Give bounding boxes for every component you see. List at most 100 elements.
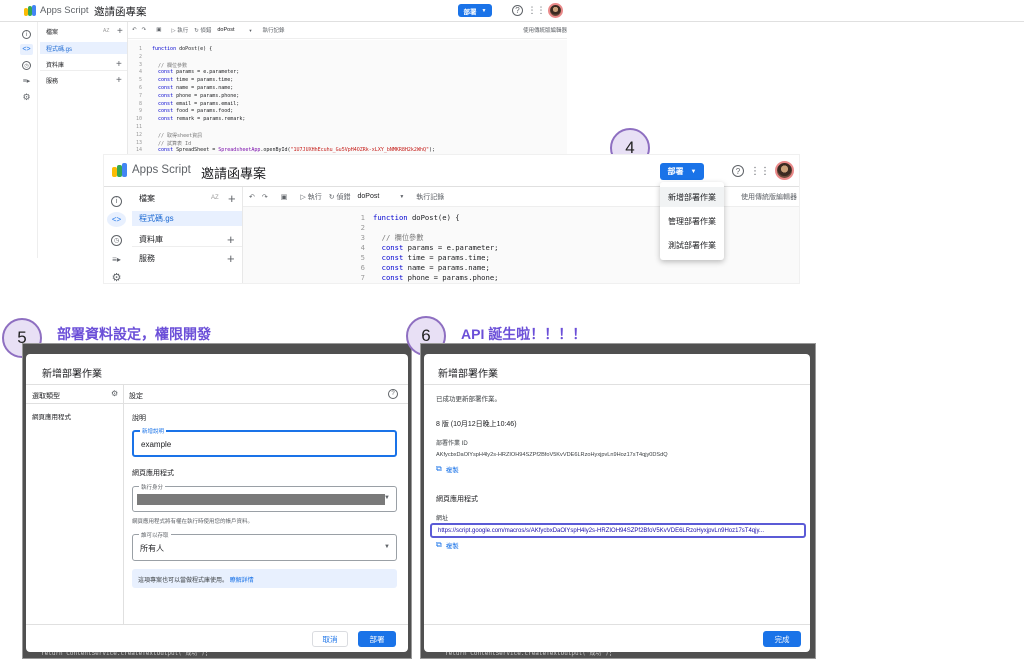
deploy-confirm-button[interactable]: 部署	[358, 631, 396, 647]
apps-script-logo: Apps Script	[112, 163, 191, 177]
redo-icon[interactable]: ↷	[142, 27, 147, 33]
menu-item-new-deployment[interactable]: 新增部署作業	[660, 187, 724, 207]
deployment-id-label: 部署作業 ID	[436, 441, 468, 447]
save-icon[interactable]: ▣	[156, 27, 161, 33]
executions-icon[interactable]: ≡▸	[21, 76, 32, 85]
function-caret-icon[interactable]: ▼	[248, 28, 252, 33]
menu-item-manage-deployments[interactable]: 管理部署作業	[660, 211, 724, 231]
function-select[interactable]: doPost	[358, 193, 380, 200]
execution-log-button[interactable]: 執行記錄	[416, 192, 444, 202]
undo-icon[interactable]: ↶	[249, 193, 255, 201]
access-caret-icon: ▼	[384, 544, 390, 550]
menu-item-test-deployments[interactable]: 測試部署作業	[660, 235, 724, 255]
services-row[interactable]: 服務 +	[40, 74, 127, 86]
line-number: 5	[360, 253, 365, 262]
sort-icon[interactable]: AZ	[103, 28, 109, 34]
files-pane: 檔案 AZ + 程式碼.gs 資料庫 + 服務 +	[132, 187, 243, 283]
step-6-screenshot: return ContentService.createTextOutput("…	[420, 343, 816, 659]
run-button[interactable]: ▷ 執行	[300, 192, 321, 202]
new-deployment-dialog: 新增部署作業 選取類型 ⚙ 設定 ? 網頁應用程式 說明 新增說明 exampl…	[26, 354, 408, 652]
avatar[interactable]	[548, 3, 563, 18]
add-library-icon[interactable]: +	[116, 59, 122, 70]
learn-more-link[interactable]: 瞭解詳情	[230, 578, 254, 584]
save-icon[interactable]: ▣	[281, 193, 288, 201]
line-number: 4	[360, 243, 365, 252]
add-file-icon[interactable]: +	[117, 26, 123, 37]
info-icon[interactable]: i	[22, 30, 31, 39]
access-select[interactable]: 誰可以存取 所有人 ▼	[132, 531, 397, 561]
clock-icon[interactable]: ◷	[111, 235, 122, 246]
legacy-editor-button[interactable]: 使用傳統版編輯器	[741, 192, 797, 202]
code-line: const SpreadSheet = SpreadsheetApp.openB…	[158, 147, 436, 154]
line-number: 2	[138, 53, 142, 60]
code-line: function doPost(e) {	[373, 213, 460, 222]
type-settings-gear-icon[interactable]: ⚙	[111, 389, 118, 398]
deploy-button[interactable]: 部署 ▼	[660, 163, 704, 180]
line-number: 1	[138, 46, 142, 52]
settings-gear-icon[interactable]: ⚙	[21, 92, 32, 103]
add-service-icon[interactable]: +	[116, 75, 122, 86]
avatar[interactable]	[775, 161, 794, 180]
code-icon[interactable]: <>	[107, 212, 126, 227]
code-icon[interactable]: <>	[20, 44, 33, 55]
project-title[interactable]: 邀請函專案	[201, 163, 266, 182]
copy-icon: ⧉	[436, 540, 442, 549]
apps-grid-icon[interactable]: ⋮⋮	[528, 5, 546, 16]
description-field-label: 新增說明	[140, 427, 167, 435]
line-number: 3	[360, 233, 365, 242]
sort-icon[interactable]: AZ	[211, 195, 219, 201]
apps-script-logo-icon	[24, 5, 37, 16]
services-row[interactable]: 服務 +	[132, 251, 242, 266]
code-line: const email = params.email;	[158, 100, 240, 107]
editor-screenshot-4: Apps Script 邀請函專案 部署 ▼ ? ⋮⋮ i <> ◷ ≡▸ ⚙ …	[104, 155, 799, 283]
file-item[interactable]: 程式碼.gs	[132, 211, 242, 226]
description-input[interactable]: example	[141, 440, 171, 449]
clock-icon[interactable]: ◷	[22, 61, 31, 70]
redo-icon[interactable]: ↷	[262, 193, 268, 201]
code-line: const phone = params.phone;	[381, 273, 499, 282]
project-title[interactable]: 邀請函專案	[94, 4, 147, 19]
web-app-url[interactable]: https://script.google.com/macros/s/AKfyc…	[430, 523, 806, 538]
libraries-row[interactable]: 資料庫 +	[40, 59, 127, 71]
cancel-button[interactable]: 取消	[312, 631, 348, 647]
add-service-icon[interactable]: +	[227, 251, 235, 266]
apps-grid-icon[interactable]: ⋮⋮	[750, 165, 770, 177]
undo-icon[interactable]: ↶	[132, 27, 137, 33]
add-file-icon[interactable]: +	[228, 191, 236, 206]
debug-button[interactable]: ↻ 偵錯	[194, 26, 211, 34]
files-header: 檔案 AZ +	[46, 25, 123, 37]
copy-url-button[interactable]: ⧉ 複製	[436, 540, 459, 550]
execute-as-select[interactable]: 執行身分 ▼	[132, 483, 397, 512]
add-library-icon[interactable]: +	[227, 232, 235, 247]
deploy-label: 部署	[667, 167, 684, 176]
help-icon[interactable]: ?	[512, 5, 523, 16]
help-icon[interactable]: ?	[388, 389, 398, 399]
libraries-row[interactable]: 資料庫 +	[132, 232, 242, 247]
legacy-editor-button[interactable]: 使用傳統版編輯器	[523, 26, 567, 34]
function-caret-icon[interactable]: ▼	[399, 194, 404, 200]
code-line: // 欄位參數	[373, 233, 424, 242]
deploy-menu: 新增部署作業 管理部署作業 測試部署作業	[660, 182, 724, 260]
access-value: 所有人	[140, 544, 164, 553]
help-icon[interactable]: ?	[732, 165, 744, 177]
info-icon[interactable]: i	[111, 196, 122, 207]
dialog-title: 新增部署作業	[438, 369, 498, 380]
function-select[interactable]: doPost	[217, 27, 234, 33]
description-field[interactable]: 新增說明 example	[132, 427, 397, 457]
type-web-app[interactable]: 網頁應用程式	[32, 411, 71, 421]
done-button[interactable]: 完成	[763, 631, 801, 647]
top-bar: Apps Script 邀請函專案 部署 ▼ ? ⋮⋮	[0, 0, 1024, 22]
debug-button[interactable]: ↻ 偵錯	[329, 192, 351, 202]
run-button[interactable]: ▷ 執行	[171, 26, 188, 34]
settings-gear-icon[interactable]: ⚙	[110, 272, 123, 283]
url-label: 網址	[436, 516, 449, 522]
copy-id-button[interactable]: ⧉ 複製	[436, 464, 459, 474]
line-number: 8	[138, 100, 142, 107]
file-item[interactable]: 程式碼.gs	[40, 42, 127, 54]
deploy-button[interactable]: 部署 ▼	[458, 4, 492, 17]
code-line: const phone = params.phone;	[158, 92, 240, 99]
line-number: 12	[135, 131, 142, 138]
executions-icon[interactable]: ≡▸	[110, 254, 123, 265]
execution-log-button[interactable]: 執行記錄	[262, 26, 284, 34]
code-line: const time = params.time;	[381, 253, 490, 262]
